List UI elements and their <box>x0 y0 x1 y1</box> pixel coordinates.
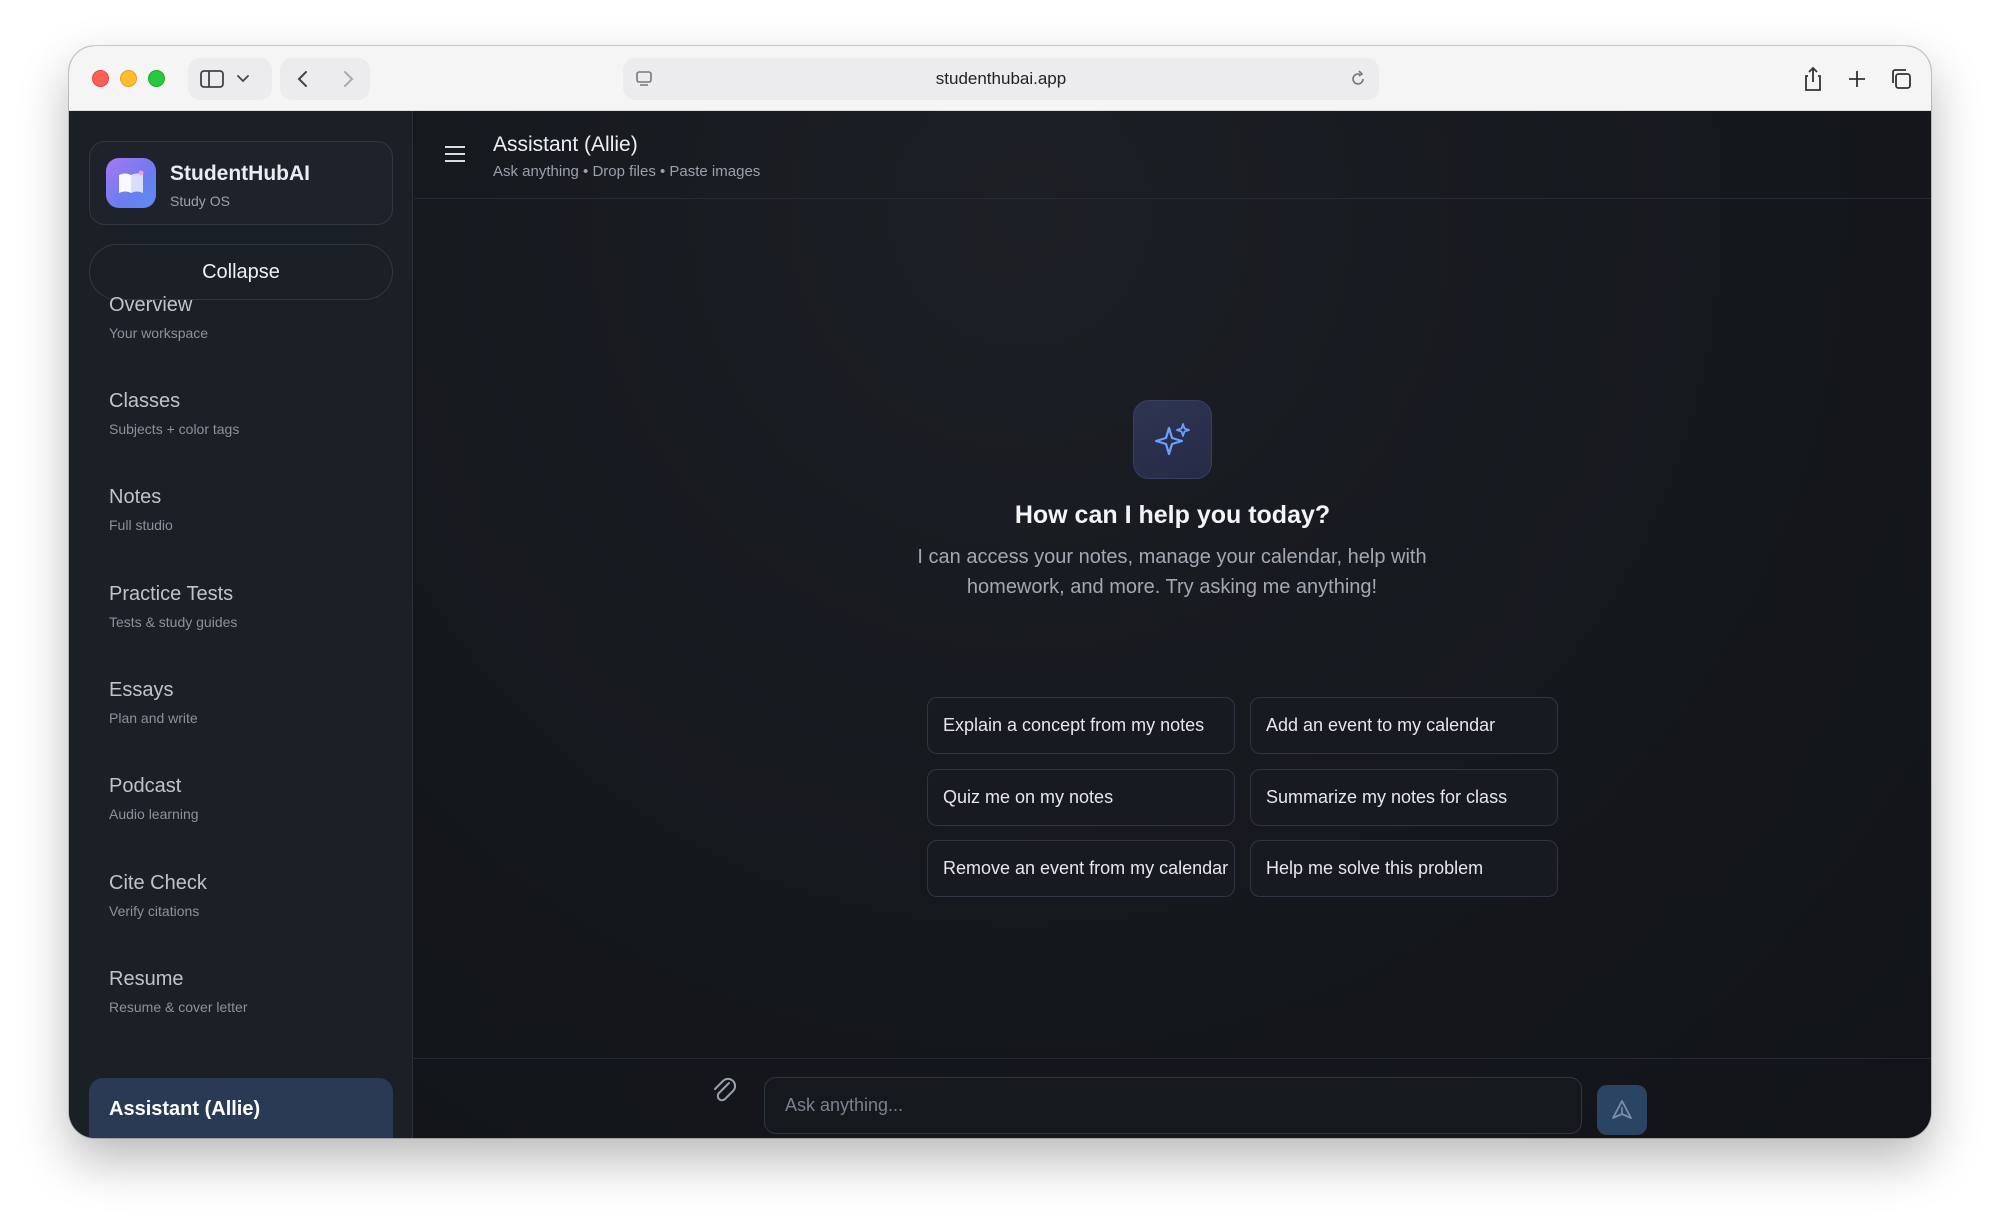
sparkles-icon <box>1133 400 1212 479</box>
panel-header: Assistant (Allie) Ask anything • Drop fi… <box>414 111 1931 199</box>
welcome-heading: How can I help you today? <box>1014 501 1331 529</box>
sidebar-item-sublabel: Tests & study guides <box>109 614 238 630</box>
menu-icon[interactable] <box>444 145 466 163</box>
address-bar[interactable]: studenthubai.app <box>623 58 1379 100</box>
sidebar-item-classes[interactable]: Classes Subjects + color tags <box>89 382 393 458</box>
welcome-description: I can access your notes, manage your cal… <box>917 546 1427 598</box>
url-text[interactable]: studenthubai.app <box>936 69 1066 89</box>
sidebar-item-label: Overview <box>109 294 193 316</box>
sidebar-item-practice-tests[interactable]: Practice Tests Tests & study guides <box>89 575 393 651</box>
sidebar-item-sublabel: Verify citations <box>109 903 200 919</box>
share-icon <box>1805 66 1821 91</box>
sidebar-item-cite-check[interactable]: Cite Check Verify citations <box>89 864 393 940</box>
close-window-button[interactable] <box>92 70 109 87</box>
share-button[interactable] <box>1797 58 1829 100</box>
suggestion-button[interactable]: Quiz me on my notes <box>927 769 1235 826</box>
tab-overview-button[interactable] <box>1885 58 1917 100</box>
suggestion-button[interactable]: Summarize my notes for class <box>1250 769 1558 826</box>
sidebar-item-sublabel: Audio learning <box>109 806 199 822</box>
sidebar-item-label: Podcast <box>109 775 182 797</box>
sidebar-item-sublabel: Your workspace <box>109 325 209 341</box>
minimize-window-button[interactable] <box>120 70 137 87</box>
browser-window: studenthubai.app StudentHubAI Study OS C… <box>69 46 1931 1138</box>
browser-toolbar: studenthubai.app <box>69 46 1931 111</box>
sidebar-item-label: Notes <box>109 486 162 508</box>
page-subtitle: Ask anything • Drop files • Paste images <box>493 163 761 180</box>
sidebar-item-assistant[interactable]: Assistant (Allie) <box>89 1078 393 1138</box>
suggestion-button[interactable]: Remove an event from my calendar <box>927 840 1235 897</box>
suggestion-button[interactable]: Help me solve this problem <box>1250 840 1558 897</box>
brand-card[interactable]: StudentHubAI Study OS <box>89 141 393 225</box>
sidebar-item-label: Resume <box>109 968 184 990</box>
sidebar-item-notes[interactable]: Notes Full studio <box>89 478 393 554</box>
brand-subtitle: Study OS <box>170 193 230 209</box>
sidebar-item-label: Cite Check <box>109 872 207 894</box>
sidebar-item-podcast[interactable]: Podcast Audio learning <box>89 767 393 843</box>
send-button[interactable] <box>1597 1085 1647 1135</box>
sidebar-item-sublabel: Plan and write <box>109 710 198 726</box>
assistant-panel: Assistant (Allie) Ask anything • Drop fi… <box>414 111 1931 1138</box>
chevron-down-icon[interactable] <box>236 74 250 84</box>
sidebar-item-label: Assistant (Allie) <box>109 1098 261 1120</box>
brand-name: StudentHubAI <box>170 162 310 185</box>
sidebar-item-sublabel: Subjects + color tags <box>109 421 240 437</box>
suggestion-button[interactable]: Add an event to my calendar <box>1250 697 1558 754</box>
send-icon <box>1612 1100 1632 1119</box>
sidebar-item-sublabel: Resume & cover letter <box>109 999 248 1015</box>
tabs-icon <box>1892 69 1911 89</box>
back-icon[interactable] <box>296 69 310 89</box>
page-settings-icon[interactable] <box>635 69 653 89</box>
sidebar-item-sublabel: Full studio <box>109 517 173 533</box>
sidebar-item-label: Practice Tests <box>109 583 234 605</box>
history-nav <box>280 58 370 100</box>
book-logo-icon <box>106 158 156 208</box>
sidebar-icon[interactable] <box>200 69 224 89</box>
toolbar-actions <box>1797 58 1917 100</box>
sidebar-item-essays[interactable]: Essays Plan and write <box>89 671 393 747</box>
app-sidebar: StudentHubAI Study OS Collapse Overview … <box>69 111 413 1138</box>
plus-icon <box>1849 71 1865 87</box>
sidebar-item-overview[interactable]: Overview Your workspace <box>89 286 393 362</box>
sidebar-item-label: Essays <box>109 679 174 701</box>
sidebar-toggle-group[interactable] <box>188 58 272 100</box>
sidebar-item-label: Classes <box>109 390 181 412</box>
forward-icon[interactable] <box>341 69 355 89</box>
maximize-window-button[interactable] <box>148 70 165 87</box>
reload-icon[interactable] <box>1349 69 1367 89</box>
new-tab-button[interactable] <box>1841 58 1873 100</box>
page-title: Assistant (Allie) <box>493 133 638 156</box>
attach-file-icon[interactable] <box>709 1069 739 1109</box>
suggestion-button[interactable]: Explain a concept from my notes <box>927 697 1235 754</box>
ask-input[interactable] <box>764 1077 1582 1134</box>
sidebar-item-resume[interactable]: Resume Resume & cover letter <box>89 960 393 1036</box>
